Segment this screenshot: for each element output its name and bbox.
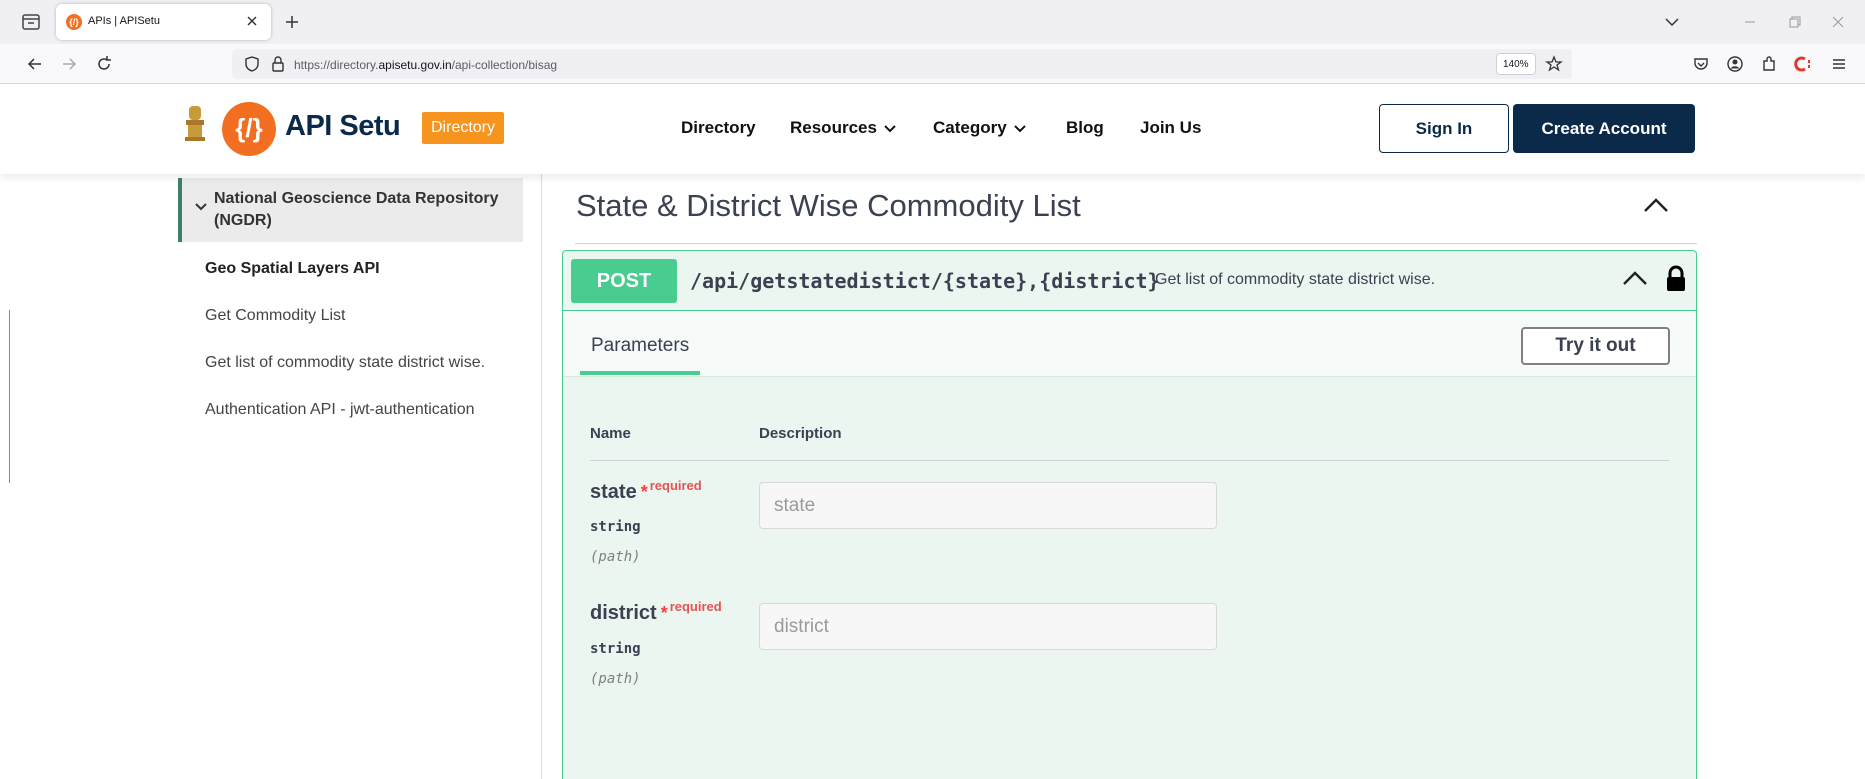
logo-text[interactable]: API Setu <box>285 110 401 143</box>
create-account-button[interactable]: Create Account <box>1513 104 1695 153</box>
nav-category[interactable]: Category <box>933 118 1027 138</box>
new-tab-icon[interactable] <box>282 12 302 32</box>
tab-list-icon[interactable] <box>20 12 42 32</box>
tab-parameters[interactable]: Parameters <box>591 335 689 357</box>
back-arrow-icon[interactable] <box>24 53 46 75</box>
chevron-down-icon <box>194 202 208 212</box>
zoom-level[interactable]: 140% <box>1496 53 1536 75</box>
try-it-out-button[interactable]: Try it out <box>1521 327 1670 365</box>
sidebar-item-authentication[interactable]: Authentication API - jwt-authentication <box>205 401 475 419</box>
restore-icon[interactable] <box>1784 12 1804 32</box>
param-name-state: state * required <box>590 478 702 503</box>
state-input[interactable] <box>759 482 1217 529</box>
nav-directory[interactable]: Directory <box>681 118 756 138</box>
param-type-state: string <box>590 519 641 535</box>
sidebar-divider <box>541 174 542 779</box>
chevron-down-icon <box>1013 124 1027 134</box>
tab-overflow-chevron-icon[interactable] <box>1662 12 1682 32</box>
operation-block-post: POST /api/getstatedistict/{state},{distr… <box>562 250 1697 779</box>
nav-blog[interactable]: Blog <box>1066 118 1104 138</box>
bookmark-star-icon[interactable] <box>1544 54 1564 74</box>
nav-join-us[interactable]: Join Us <box>1140 118 1201 138</box>
tracking-shield-icon[interactable] <box>242 54 262 74</box>
reload-icon[interactable] <box>93 53 115 75</box>
param-type-district: string <box>590 641 641 657</box>
page-title: State & District Wise Commodity List <box>576 188 1081 223</box>
left-edge-line <box>9 310 10 483</box>
operation-path: /api/getstatedistict/{state},{district} <box>690 269 1160 293</box>
param-location-district: (path) <box>590 671 641 687</box>
sidebar-section-ngdr[interactable]: National Geoscience Data Repository (NGD… <box>178 178 523 242</box>
api-setu-logo-icon[interactable]: {/} <box>222 102 276 156</box>
tab-title: APIs | APISetu <box>88 15 160 27</box>
sidebar-item-commodity-list[interactable]: Get Commodity List <box>205 307 345 325</box>
site-header: {/} API Setu Directory Directory Resourc… <box>0 84 1865 174</box>
account-icon[interactable] <box>1724 53 1746 75</box>
sidebar-item-commodity-state-district[interactable]: Get list of commodity state district wis… <box>205 354 485 372</box>
forward-arrow-icon[interactable] <box>58 53 80 75</box>
method-badge: POST <box>571 259 677 303</box>
sidebar-item-geo-spatial[interactable]: Geo Spatial Layers API <box>205 260 380 278</box>
tab-active-underline <box>580 371 700 375</box>
extensions-icon[interactable] <box>1758 53 1780 75</box>
operation-summary[interactable]: POST /api/getstatedistict/{state},{distr… <box>563 251 1696 311</box>
address-bar[interactable]: https://directory.apisetu.gov.in/api-col… <box>232 49 1572 79</box>
browser-nav-bar: https://directory.apisetu.gov.in/api-col… <box>0 44 1865 84</box>
sidebar-section-label: National Geoscience Data Repository (NGD… <box>214 190 499 229</box>
browser-tab[interactable]: {/} APIs | APISetu <box>56 4 271 40</box>
lock-icon[interactable] <box>268 54 288 74</box>
extension-c-icon[interactable] <box>1792 53 1814 75</box>
param-location-state: (path) <box>590 549 641 565</box>
chevron-down-icon <box>883 124 897 134</box>
nav-resources[interactable]: Resources <box>790 118 897 138</box>
pocket-icon[interactable] <box>1690 53 1712 75</box>
window-close-icon[interactable] <box>1828 12 1848 32</box>
tab-close-icon[interactable] <box>243 12 261 30</box>
sign-in-button[interactable]: Sign In <box>1379 104 1509 153</box>
collapse-chevron-up-icon[interactable] <box>1643 196 1669 214</box>
district-input[interactable] <box>759 603 1217 650</box>
minimize-icon[interactable] <box>1740 12 1760 32</box>
operation-description: Get list of commodity state district wis… <box>1155 271 1436 288</box>
column-header-description: Description <box>759 425 842 442</box>
lock-icon[interactable] <box>1665 265 1687 293</box>
column-header-name: Name <box>590 425 631 442</box>
title-divider <box>575 243 1697 244</box>
parameters-header: Parameters Try it out <box>563 311 1696 377</box>
national-emblem-icon <box>180 102 210 146</box>
directory-badge[interactable]: Directory <box>422 112 505 144</box>
url-text: https://directory.apisetu.gov.in/api-col… <box>294 58 558 72</box>
favicon-icon: {/} <box>66 14 82 30</box>
param-name-district: district * required <box>590 599 722 624</box>
chevron-up-icon[interactable] <box>1622 269 1648 287</box>
columns-divider <box>590 460 1669 461</box>
hamburger-menu-icon[interactable] <box>1828 53 1850 75</box>
browser-tab-bar: {/} APIs | APISetu <box>0 0 1865 44</box>
